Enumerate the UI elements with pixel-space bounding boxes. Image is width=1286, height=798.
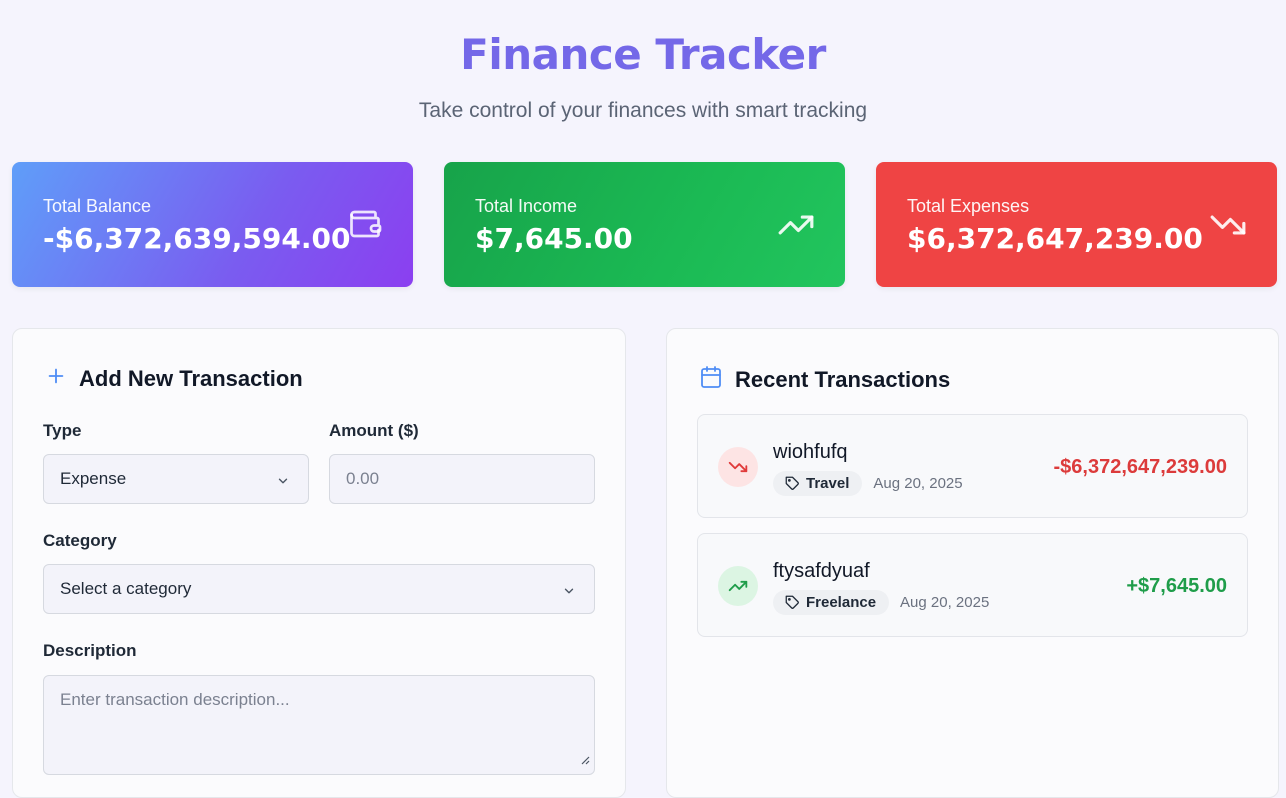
add-transaction-header: Add New Transaction [45,365,303,392]
category-select-value: Select a category [60,579,192,598]
amount-input[interactable]: 0.00 [329,454,595,504]
type-select-value: Expense [60,469,127,488]
description-textarea[interactable]: Enter transaction description... [43,675,595,775]
page-header: Finance Tracker Take control of your fin… [0,0,1286,124]
transaction-item[interactable]: wiohfufq Travel Aug 20, 2025 -$6,372,647… [697,414,1248,518]
transaction-date: Aug 20, 2025 [873,475,963,492]
type-label: Type [43,421,82,440]
total-balance-card: Total Balance -$6,372,639,594.00 [12,162,413,287]
transaction-amount: -$6,372,647,239.00 [1053,456,1228,478]
total-expenses-card: Total Expenses $6,372,647,239.00 [876,162,1277,287]
total-expenses-value: $6,372,647,239.00 [907,222,1203,255]
transaction-meta: Freelance Aug 20, 2025 [773,590,989,615]
transaction-date: Aug 20, 2025 [900,594,990,611]
tag-icon [785,595,799,609]
trending-up-icon [718,566,758,606]
wallet-icon [347,206,383,247]
trending-down-icon [1209,206,1247,249]
page-subtitle: Take control of your finances with smart… [418,99,868,122]
add-transaction-panel: Add New Transaction Type Expense Amount … [12,328,626,798]
transaction-amount: +$7,645.00 [1126,575,1227,597]
resize-handle-icon[interactable] [580,750,590,770]
add-transaction-title: Add New Transaction [79,365,303,391]
amount-placeholder: 0.00 [346,469,380,488]
category-tag: Freelance [773,590,890,615]
category-label: Category [43,531,117,550]
total-income-value: $7,645.00 [475,222,633,255]
total-income-label: Total Income [475,196,578,216]
transaction-meta: Travel Aug 20, 2025 [773,471,963,496]
category-tag: Travel [773,471,863,496]
category-select[interactable]: Select a category [43,564,595,614]
tag-icon [785,476,799,490]
chevron-down-icon [562,583,576,603]
recent-transactions-title: Recent Transactions [735,366,951,392]
total-balance-value: -$6,372,639,594.00 [43,222,351,255]
total-expenses-label: Total Expenses [907,196,1030,216]
recent-transactions-header: Recent Transactions [699,365,950,394]
type-select[interactable]: Expense [43,454,309,504]
transaction-name: ftysafdyuaf [773,560,870,582]
calendar-icon [699,365,723,394]
total-balance-label: Total Balance [43,196,152,216]
transaction-name: wiohfufq [773,441,848,463]
category-tag-label: Travel [806,475,850,492]
description-placeholder: Enter transaction description... [60,690,290,709]
trending-down-icon [718,447,758,487]
description-label: Description [43,641,137,660]
transaction-item[interactable]: ftysafdyuaf Freelance Aug 20, 2025 +$7,6… [697,533,1248,637]
total-income-card: Total Income $7,645.00 [444,162,845,287]
trending-up-icon [777,206,815,249]
plus-icon [45,365,67,392]
summary-cards: Total Balance -$6,372,639,594.00 Total I… [12,162,1278,287]
category-tag-label: Freelance [806,594,877,611]
amount-label: Amount ($) [329,421,419,440]
recent-transactions-panel: Recent Transactions wiohfufq Travel Aug … [666,328,1279,798]
page-title: Finance Tracker [460,30,826,79]
chevron-down-icon [276,473,290,493]
